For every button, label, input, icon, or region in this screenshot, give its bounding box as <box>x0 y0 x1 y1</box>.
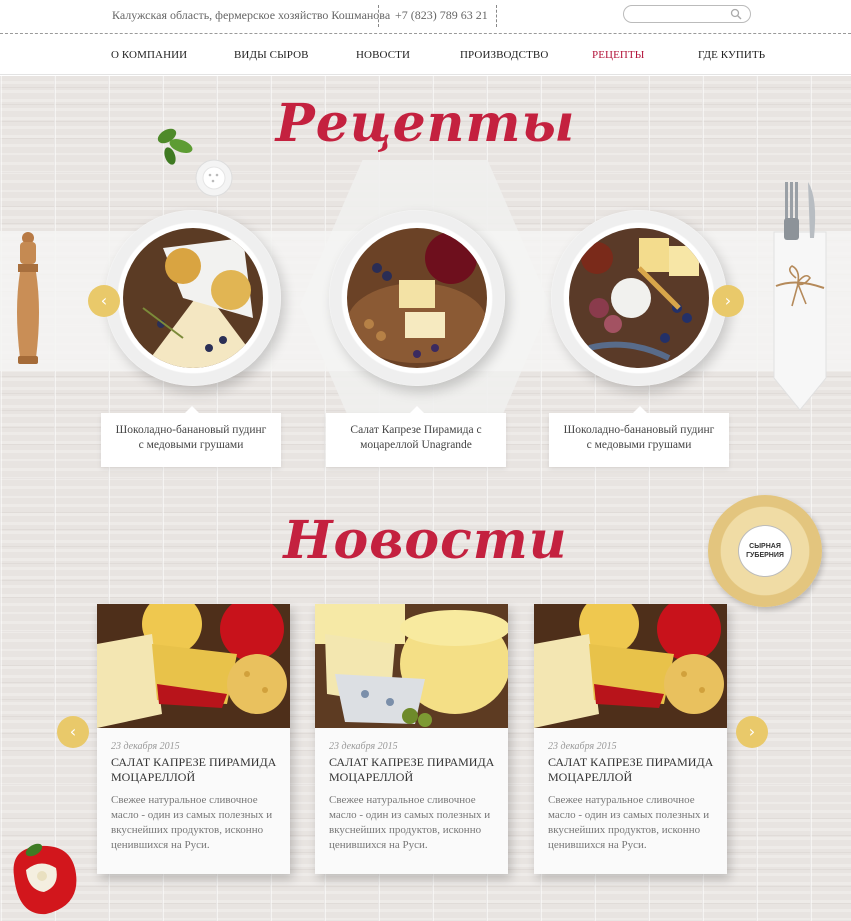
recipe-caption-line: Шоколадно-банановый пудинг <box>115 424 267 436</box>
news-headline[interactable]: САЛАТ КАПРЕЗЕ ПИРАМИДА МОЦАРЕЛЛОЙ <box>329 755 499 785</box>
recipe-caption-line: с медовыми грушами <box>586 439 692 451</box>
news-headline[interactable]: САЛАТ КАПРЕЗЕ ПИРАМИДА МОЦАРЕЛЛОЙ <box>111 755 281 785</box>
top-bar: Калужская область, фермерское хозяйство … <box>0 0 851 34</box>
recipe-image <box>347 228 487 368</box>
cheese-badge-decoration: СЫРНАЯ ГУБЕРНИЯ <box>708 495 822 607</box>
news-card[interactable]: 23 декабря 2015 САЛАТ КАПРЕЗЕ ПИРАМИДА М… <box>97 604 290 874</box>
main-nav: О КОМПАНИИ ВИДЫ СЫРОВ НОВОСТИ ПРОИЗВОДСТ… <box>0 35 851 75</box>
news-card[interactable]: 23 декабря 2015 САЛАТ КАПРЕЗЕ ПИРАМИДА М… <box>534 604 727 874</box>
nav-item-production[interactable]: ПРОИЗВОДСТВО <box>460 49 548 61</box>
news-prev-button[interactable]: ‹ <box>57 716 89 748</box>
recipe-caption[interactable]: Салат Капрезе Пирамида с моцареллой Unag… <box>326 406 506 467</box>
news-date: 23 декабря 2015 <box>329 741 398 752</box>
divider <box>378 5 379 27</box>
recipes-prev-button[interactable]: ‹ <box>88 285 120 317</box>
news-excerpt: Свежее натуральное сливочное масло - оди… <box>111 794 273 851</box>
search-input[interactable] <box>632 8 732 25</box>
bell-pepper-decoration <box>13 843 77 915</box>
divider <box>496 5 497 27</box>
nav-item-company[interactable]: О КОМПАНИИ <box>111 49 187 61</box>
recipe-caption-line: с медовыми грушами <box>138 439 244 451</box>
search-icon[interactable] <box>730 8 742 20</box>
brand-logo-line: ГУБЕРНИЯ <box>746 552 784 559</box>
nav-item-cheese-types[interactable]: ВИДЫ СЫРОВ <box>234 49 309 61</box>
recipe-caption-line: моцареллой Unagrande <box>360 439 472 451</box>
recipe-caption[interactable]: Шоколадно-банановый пудинг с медовыми гр… <box>101 406 281 467</box>
news-image <box>97 604 290 728</box>
news-headline[interactable]: САЛАТ КАПРЕЗЕ ПИРАМИДА МОЦАРЕЛЛОЙ <box>548 755 718 785</box>
brand-logo-line: СЫРНАЯ <box>749 543 781 550</box>
recipes-next-button[interactable]: › <box>712 285 744 317</box>
news-next-button[interactable]: › <box>736 716 768 748</box>
news-card[interactable]: 23 декабря 2015 САЛАТ КАПРЕЗЕ ПИРАМИДА М… <box>315 604 508 874</box>
news-image <box>534 604 727 728</box>
news-date: 23 декабря 2015 <box>111 741 180 752</box>
news-excerpt: Свежее натуральное сливочное масло - оди… <box>329 794 491 851</box>
news-excerpt: Свежее натуральное сливочное масло - оди… <box>548 794 710 851</box>
recipes-title: Рецепты <box>275 93 576 154</box>
nav-item-news[interactable]: НОВОСТИ <box>356 49 410 61</box>
recipe-plate[interactable] <box>329 210 505 386</box>
brand-logo: СЫРНАЯ ГУБЕРНИЯ <box>738 525 792 577</box>
nav-item-recipes[interactable]: РЕЦЕПТЫ <box>592 49 644 61</box>
address-text: Калужская область, фермерское хозяйство … <box>112 8 391 22</box>
napkin-fork-decoration <box>773 182 827 411</box>
news-image <box>315 604 508 728</box>
recipe-image <box>569 228 709 368</box>
phone-link[interactable]: +7 (823) 789 63 21 <box>395 8 488 23</box>
recipe-plate[interactable] <box>105 210 281 386</box>
recipe-plate[interactable] <box>551 210 727 386</box>
search-box <box>623 5 751 25</box>
recipe-image <box>123 228 263 368</box>
nav-item-where-to-buy[interactable]: ГДЕ КУПИТЬ <box>698 49 765 61</box>
recipe-caption-line: Салат Капрезе Пирамида с <box>350 424 482 436</box>
recipe-caption-line: Шоколадно-банановый пудинг <box>563 424 715 436</box>
recipe-caption[interactable]: Шоколадно-банановый пудинг с медовыми гр… <box>549 406 729 467</box>
pepper-mill-decoration <box>17 232 39 364</box>
news-date: 23 декабря 2015 <box>548 741 617 752</box>
